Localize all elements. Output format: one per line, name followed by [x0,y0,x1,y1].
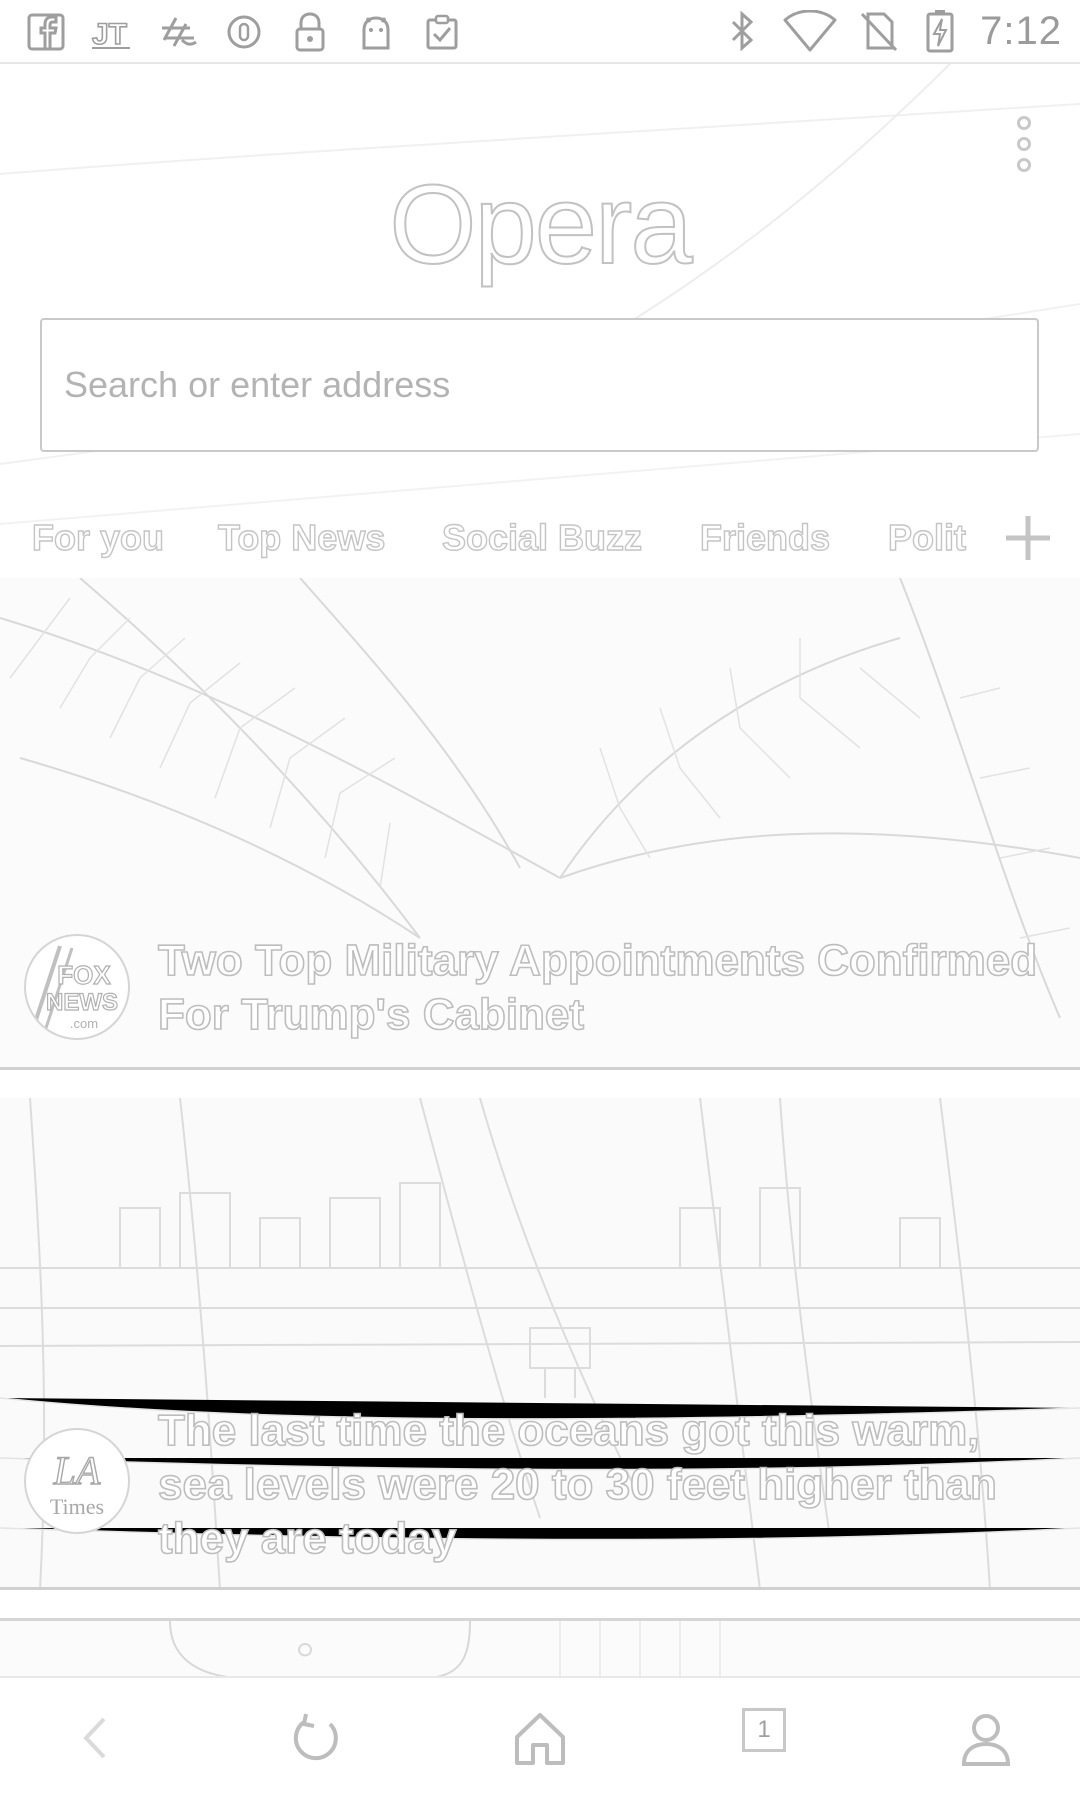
user-icon[interactable] [948,1700,1024,1776]
tab-for-you[interactable]: For you [31,504,164,572]
search-bar[interactable] [40,318,1039,452]
news-category-tabs: For you Top News Social Buzz Friends Pol… [0,504,1080,584]
tabs-counter-button[interactable]: 1 [742,1708,786,1752]
news-card-title[interactable]: Two Top Military Appointments Confirmed … [157,934,1056,1042]
svg-text:.com: .com [70,1016,98,1031]
wifi-icon [782,9,838,53]
plus-icon[interactable] [1000,510,1056,566]
bluetooth-icon [720,9,764,53]
jt-app-icon: JT [90,10,134,54]
back-arrow-icon[interactable] [56,1700,132,1776]
svg-text:FOX: FOX [57,960,111,990]
partial-photo [0,1621,1080,1676]
svg-text:NEWS: NEWS [46,989,118,1016]
opera-header: Opera For you Top News Social Buzz Frien… [0,64,1080,584]
search-input[interactable] [42,320,1037,450]
news-card-3[interactable] [0,1618,1080,1676]
circle-app-icon [222,10,266,54]
opera-logo: Opera [388,161,693,288]
android-icon [354,10,398,54]
card-divider [0,1067,1080,1070]
news-card-2[interactable]: LA Times The last time the oceans got th… [0,1098,1080,1590]
no-sim-icon [856,9,900,53]
lock-icon [288,10,332,54]
la-times-logo: LA Times [24,1428,130,1534]
facebook-icon [24,10,68,54]
news-feed[interactable]: FOX NEWS .com Two Top Military Appointme… [0,578,1080,1676]
clipboard-check-icon [420,10,464,54]
home-icon[interactable] [502,1700,578,1776]
battery-charging-icon [918,9,962,53]
hashtag-app-icon [156,10,200,54]
status-time: 7:12 [980,8,1062,53]
tab-politics[interactable]: Polit [888,504,970,572]
news-card-1[interactable]: FOX NEWS .com Two Top Military Appointme… [0,578,1080,1070]
fox-news-logo: FOX NEWS .com [24,934,130,1040]
status-bar: JT 7:12 [0,0,1080,64]
svg-text:LA: LA [53,1448,101,1493]
svg-text:Times: Times [50,1494,104,1519]
news-card-title[interactable]: The last time the oceans got this warm, … [157,1404,1056,1566]
tab-count: 1 [757,1716,771,1743]
card-divider [0,1587,1080,1590]
bottom-navigation: 1 [0,1676,1080,1796]
svg-text:JT: JT [92,18,127,51]
tab-friends[interactable]: Friends [699,504,830,572]
status-bar-notifications: JT [24,10,464,54]
tab-social-buzz[interactable]: Social Buzz [441,504,642,572]
status-bar-system: 7:12 [720,6,1062,56]
tab-top-news[interactable]: Top News [217,504,386,572]
refresh-icon[interactable] [278,1700,354,1776]
